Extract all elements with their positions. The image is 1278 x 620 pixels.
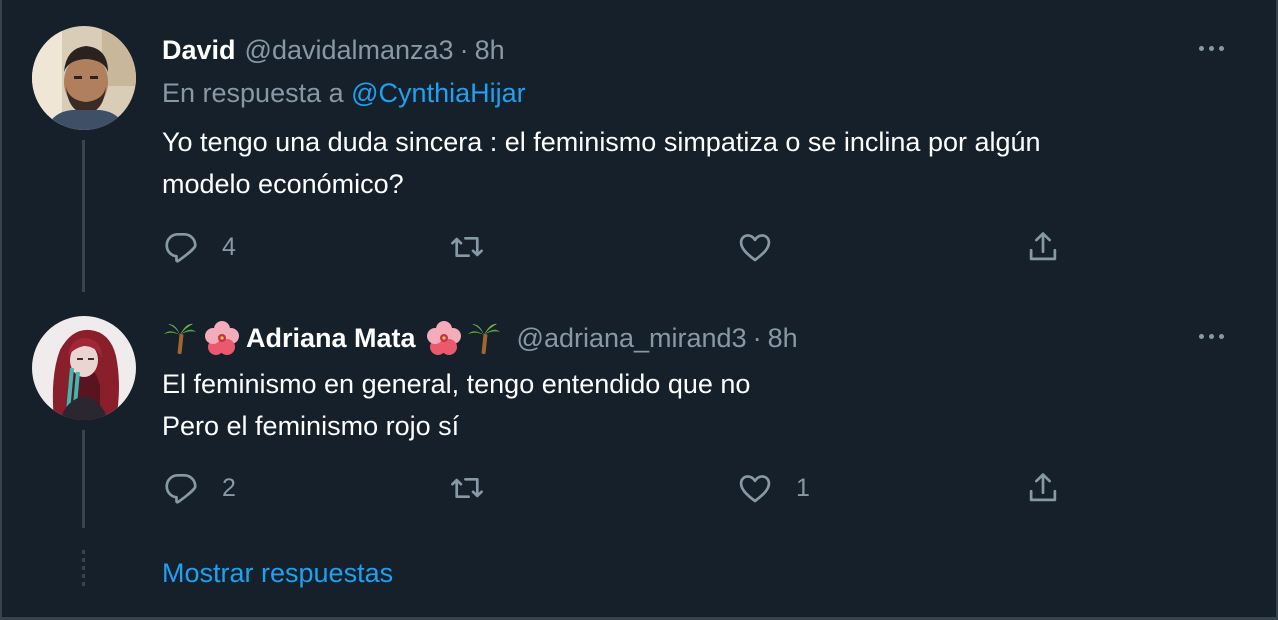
retweet-icon — [451, 477, 483, 499]
like-button[interactable]: 1 — [736, 468, 810, 508]
more-icon-dot — [1218, 333, 1224, 339]
more-icon-dot — [1198, 333, 1204, 339]
mention-link[interactable]: @CynthiaHijar — [351, 78, 525, 108]
tweet-header: Adriana Mata @adriana_mirand3 · 8h — [162, 320, 798, 356]
more-icon-dot — [1208, 333, 1214, 339]
palm-tree-icon — [466, 320, 502, 356]
tweet-text: El feminismo en general, tengo entendido… — [162, 363, 1222, 447]
avatar[interactable] — [32, 26, 136, 130]
share-icon — [1029, 232, 1057, 261]
avatar-image — [32, 316, 136, 420]
reply-count: 2 — [222, 473, 236, 502]
reply-button[interactable]: 4 — [162, 227, 236, 267]
palm-tree-icon — [162, 320, 198, 356]
thread-dotted-line — [82, 550, 85, 588]
retweet-icon — [451, 236, 483, 258]
separator: · — [752, 322, 762, 353]
reply-count: 4 — [222, 232, 236, 261]
more-options-button[interactable] — [1191, 324, 1231, 348]
avatar-image — [32, 26, 136, 130]
like-count: 1 — [796, 473, 810, 502]
replying-prefix: En respuesta a — [162, 78, 344, 108]
more-icon-dot — [1208, 45, 1214, 51]
tweet-text-line: Yo tengo una duda sincera : el feminismo… — [162, 127, 1041, 157]
tweet-actions: 2 1 — [162, 468, 1062, 508]
tweet-actions: 4 — [162, 227, 1062, 267]
hibiscus-icon — [426, 320, 462, 356]
share-button[interactable] — [1024, 468, 1062, 508]
more-options-button[interactable] — [1191, 36, 1231, 60]
reply-icon — [165, 232, 197, 263]
reply-button[interactable]: 2 — [162, 468, 236, 508]
more-icon-dot — [1198, 45, 1204, 51]
reply-icon — [165, 473, 197, 504]
handle[interactable]: @davidalmanza3 — [245, 35, 454, 66]
separator: · — [459, 34, 469, 65]
display-name[interactable]: David — [162, 35, 236, 66]
timestamp[interactable]: 8h — [768, 323, 798, 354]
show-replies-link[interactable]: Mostrar respuestas — [162, 558, 393, 589]
show-replies-row[interactable]: Mostrar respuestas — [2, 536, 1273, 614]
share-icon — [1029, 473, 1057, 502]
thread-connector-line — [82, 430, 85, 528]
like-button[interactable] — [736, 227, 796, 267]
tweet-text-line: modelo económico? — [162, 169, 404, 199]
heart-icon — [739, 475, 771, 503]
tweet-text: Yo tengo una duda sincera : el feminismo… — [162, 121, 1222, 205]
display-name[interactable]: Adriana Mata — [246, 323, 416, 354]
thread-connector-line — [82, 140, 85, 292]
tweet-david[interactable]: David @davidalmanza3 · 8h En respuesta a… — [2, 0, 1273, 292]
heart-icon — [739, 234, 771, 262]
share-button[interactable] — [1024, 227, 1062, 267]
tweet-text-line: Pero el feminismo rojo sí — [162, 411, 460, 441]
more-icon-dot — [1218, 45, 1224, 51]
avatar[interactable] — [32, 316, 136, 420]
retweet-button[interactable] — [448, 468, 508, 508]
replying-to: En respuesta a @CynthiaHijar — [162, 78, 526, 109]
handle[interactable]: @adriana_mirand3 — [517, 323, 747, 354]
timestamp[interactable]: 8h — [475, 35, 505, 66]
retweet-button[interactable] — [448, 227, 508, 267]
tweet-header: David @davidalmanza3 · 8h — [162, 32, 505, 68]
hibiscus-icon — [204, 320, 240, 356]
tweet-text-line: El feminismo en general, tengo entendido… — [162, 369, 751, 399]
tweet-adriana[interactable]: Adriana Mata @adriana_mirand3 · 8h El fe… — [2, 292, 1273, 536]
